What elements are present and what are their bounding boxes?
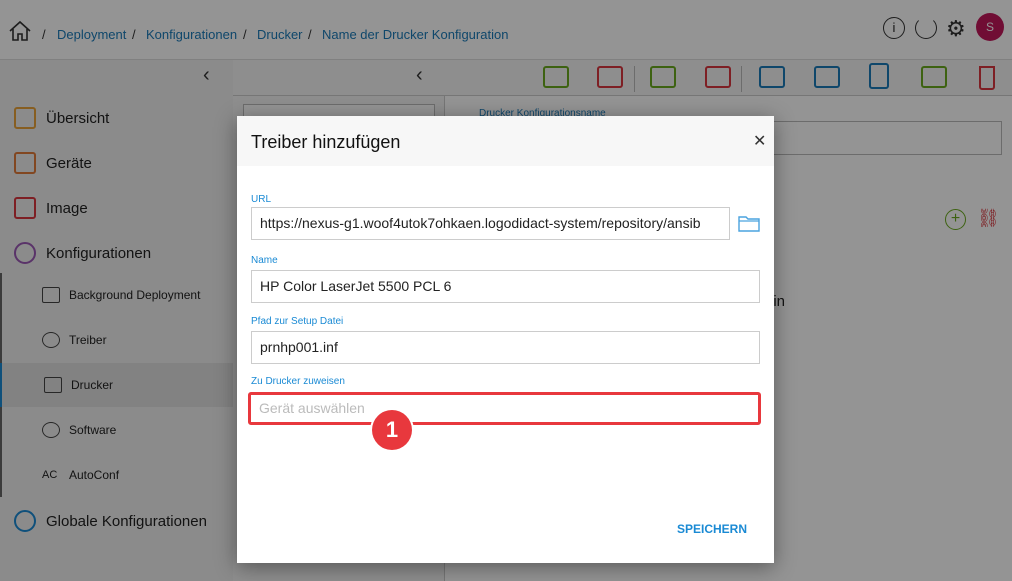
add-driver-dialog: Treiber hinzufügen ✕ URL https://nexus-g… bbox=[237, 116, 774, 563]
dialog-title: Treiber hinzufügen bbox=[251, 132, 401, 152]
close-icon[interactable]: ✕ bbox=[753, 131, 766, 151]
url-input[interactable]: https://nexus-g1.woof4utok7ohkaen.logodi… bbox=[251, 207, 730, 240]
folder-icon[interactable] bbox=[738, 214, 760, 232]
url-label: URL bbox=[251, 194, 272, 205]
annotation-badge: 1 bbox=[372, 410, 412, 450]
setup-path-input[interactable]: prnhp001.inf bbox=[251, 331, 760, 364]
name-label: Name bbox=[251, 255, 278, 266]
dialog-header: Treiber hinzufügen ✕ bbox=[237, 116, 774, 166]
assign-printer-label: Zu Drucker zuweisen bbox=[251, 376, 345, 387]
name-input[interactable]: HP Color LaserJet 5500 PCL 6 bbox=[251, 270, 760, 303]
path-label: Pfad zur Setup Datei bbox=[251, 316, 344, 327]
assign-device-select[interactable]: Gerät auswählen bbox=[248, 392, 761, 425]
save-button[interactable]: SPEICHERN bbox=[677, 522, 747, 536]
